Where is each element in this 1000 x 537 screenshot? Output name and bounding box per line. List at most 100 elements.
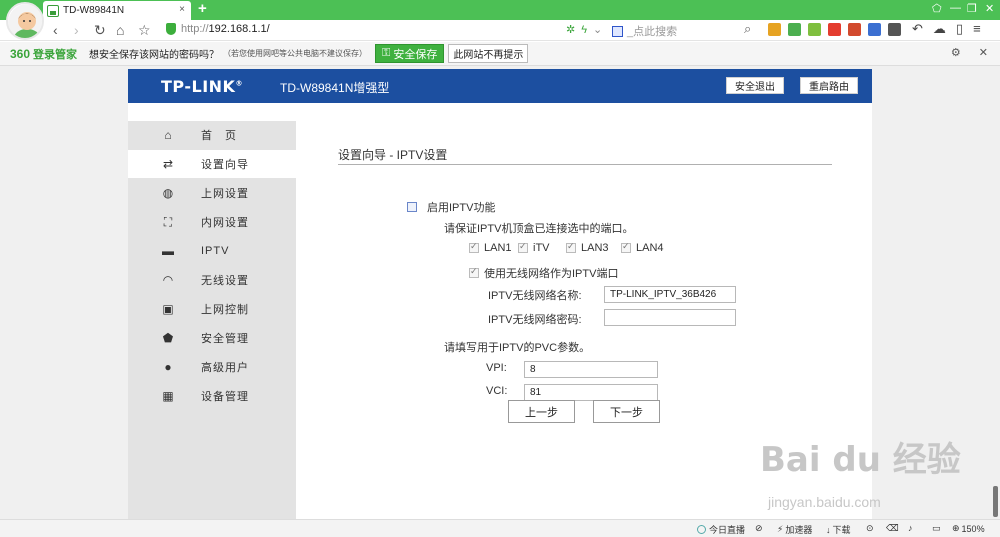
sidebar-item-iptv[interactable]: ▬ IPTV xyxy=(128,237,296,265)
enable-iptv-checkbox[interactable] xyxy=(407,202,417,212)
speed-mode-icon[interactable]: ϟ xyxy=(581,24,587,36)
sidebar-item-internet[interactable]: ◍ 上网设置 xyxy=(128,179,296,207)
user-avatar[interactable] xyxy=(6,2,44,40)
news-icon[interactable] xyxy=(828,23,841,36)
security-guard-icon[interactable] xyxy=(788,23,801,36)
port-itv[interactable]: iTV xyxy=(518,241,550,254)
safe-save-button[interactable]: ⚿ 安全保存 xyxy=(375,44,445,63)
next-step-button[interactable]: 下一步 xyxy=(593,400,660,423)
sidebar-item-security[interactable]: ⬟ 安全管理 xyxy=(128,324,296,352)
pin-icon[interactable]: ⊙ xyxy=(866,523,874,534)
close-window-button[interactable]: ✕ xyxy=(985,2,994,15)
reload-button[interactable]: ↻ xyxy=(94,21,106,39)
close-icon[interactable]: ✕ xyxy=(979,46,988,59)
browser-toolbar: ‹ › ↻ ⌂ ☆ http:// 192.168.1.1/ ✲ ϟ ⌄ _点此… xyxy=(0,20,1000,41)
accelerator-button[interactable]: ⚡ 加速器 xyxy=(777,523,812,536)
sidebar-item-access-control[interactable]: ▣ 上网控制 xyxy=(128,295,296,323)
address-bar-actions: ✲ ϟ ⌄ xyxy=(566,23,602,37)
port-checkbox[interactable] xyxy=(621,241,631,253)
previous-step-button[interactable]: 上一步 xyxy=(508,400,575,423)
maximize-button[interactable]: ❐ xyxy=(967,2,977,15)
search-input[interactable]: _点此搜索 xyxy=(612,23,677,39)
port-lan1[interactable]: LAN1 xyxy=(469,241,512,254)
port-lan4[interactable]: LAN4 xyxy=(621,241,664,254)
port-checkbox[interactable] xyxy=(566,241,576,253)
password-save-infobar: 360 登录管家 想安全保存该网站的密码吗？ （若您使用网吧等公共电脑不建议保存）… xyxy=(0,42,1000,66)
reboot-button[interactable]: 重启路由 xyxy=(800,77,858,94)
apps-icon[interactable] xyxy=(768,23,781,36)
save-password-question: 想安全保存该网站的密码吗？ xyxy=(89,50,220,61)
menu-icon[interactable]: ≡ xyxy=(973,21,981,37)
sidebar-item-home[interactable]: ⌂ 首 页 xyxy=(128,121,296,149)
extension-gear-icon[interactable]: ✲ xyxy=(566,23,575,36)
bookmark-star-icon[interactable]: ☆ xyxy=(138,21,151,39)
vci-input[interactable] xyxy=(524,384,658,401)
search-placeholder: _点此搜索 xyxy=(627,26,678,38)
mobile-icon[interactable]: ▯ xyxy=(956,21,963,37)
undo-icon[interactable]: ↶ xyxy=(912,21,923,37)
sidebar-item-label: 内网设置 xyxy=(201,217,249,229)
live-stream-button[interactable]: 今日直播 xyxy=(697,523,745,536)
toolbar-right: ↶ ☁ ▯ ≡ xyxy=(912,21,981,37)
logout-button[interactable]: 安全退出 xyxy=(726,77,784,94)
page-title: 设置向导 - IPTV设置 xyxy=(338,148,448,162)
sidebar-item-wireless[interactable]: ◠ 无线设置 xyxy=(128,266,296,294)
port-checkbox[interactable] xyxy=(518,241,528,253)
address-bar[interactable]: http:// 192.168.1.1/ xyxy=(166,23,270,35)
search-icon[interactable]: ⌕ xyxy=(744,21,751,37)
dropdown-chevron-icon[interactable]: ⌄ xyxy=(593,23,602,36)
sidebar-item-device-management[interactable]: ▦ 设备管理 xyxy=(128,382,296,410)
browser-tab[interactable]: TD-W89841N × xyxy=(43,1,191,20)
sidebar-item-label: 设备管理 xyxy=(201,391,249,403)
password-input[interactable] xyxy=(604,309,736,326)
tab-close-icon[interactable]: × xyxy=(179,4,185,15)
forward-button[interactable]: › xyxy=(74,21,79,39)
new-tab-button[interactable]: + xyxy=(198,1,207,17)
cleanup-icon[interactable]: ⌫ xyxy=(886,523,899,534)
extension-icons xyxy=(768,23,901,36)
zoom-control[interactable]: ⊕ 150% xyxy=(952,523,985,534)
browser-tab-bar: TD-W89841N × + ⬠ — ❐ ✕ xyxy=(0,0,1000,20)
globe-icon: ◍ xyxy=(162,186,174,200)
enable-iptv-row: 启用IPTV功能 xyxy=(407,199,495,215)
ssid-input[interactable] xyxy=(604,286,736,303)
screen-icon[interactable]: ▭ xyxy=(932,523,941,534)
never-remind-button[interactable]: 此网站不再提示 xyxy=(448,44,529,63)
sidebar-item-advanced-user[interactable]: ● 高级用户 xyxy=(128,353,296,381)
vpi-input[interactable] xyxy=(524,361,658,378)
wireless-iptv-checkbox[interactable] xyxy=(469,266,479,278)
sidebar-item-label: 无线设置 xyxy=(201,275,249,287)
home-button[interactable]: ⌂ xyxy=(116,21,124,39)
accelerator-icon: ⚡ xyxy=(777,524,784,534)
swap-arrows-icon: ⇄ xyxy=(162,157,174,171)
shield-icon: ⬟ xyxy=(162,331,174,345)
vci-label: VCI: xyxy=(486,385,508,397)
sidebar-item-label: IPTV xyxy=(201,245,230,257)
secure-shield-icon xyxy=(166,23,176,35)
download-button[interactable]: ↓ 下载 xyxy=(826,523,851,536)
vpi-label: VPI: xyxy=(486,362,507,374)
port-checkbox[interactable] xyxy=(469,241,479,253)
url-host: 192.168.1.1/ xyxy=(208,23,270,35)
more-extensions-icon[interactable] xyxy=(888,23,901,36)
user-icon: ● xyxy=(164,360,172,374)
tab-title: TD-W89841N xyxy=(63,5,125,16)
sidebar-item-setup-wizard[interactable]: ⇄ 设置向导 xyxy=(128,150,296,178)
port-lan3[interactable]: LAN3 xyxy=(566,241,609,254)
network-tool-icon[interactable]: ⊘ xyxy=(755,523,763,534)
adblock-icon[interactable] xyxy=(808,23,821,36)
translate-icon[interactable] xyxy=(848,23,861,36)
screenshot-icon[interactable] xyxy=(868,23,881,36)
sidebar-item-label: 首 页 xyxy=(201,130,237,142)
login-manager-brand: 360 登录管家 xyxy=(10,46,78,61)
cloud-icon[interactable]: ☁ xyxy=(933,21,946,37)
back-button[interactable]: ‹ xyxy=(53,21,58,39)
skin-icon[interactable]: ⬠ xyxy=(932,2,942,15)
sound-icon[interactable]: ♪ xyxy=(908,523,913,533)
minimize-button[interactable]: — xyxy=(950,2,961,14)
gear-icon[interactable]: ⚙ xyxy=(951,46,961,59)
page-scrollbar[interactable] xyxy=(993,486,998,517)
sidebar-item-label: 上网控制 xyxy=(201,304,249,316)
sidebar-item-lan[interactable]: ⛶ 内网设置 xyxy=(128,208,296,236)
ssid-label: IPTV无线网络名称: xyxy=(488,290,582,302)
